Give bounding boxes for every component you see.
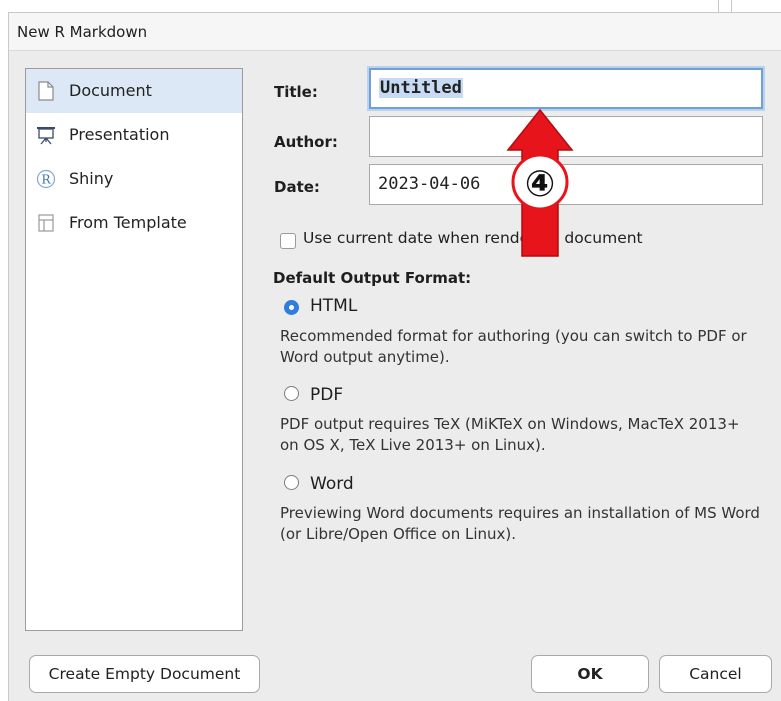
sidebar-item-label: Document: [69, 81, 152, 100]
annotation-number: ④: [525, 164, 555, 205]
html-radio[interactable]: [284, 300, 299, 315]
annotation-arrow-marker: ④: [506, 108, 574, 257]
presentation-icon: [36, 125, 56, 145]
sidebar-item-document[interactable]: Document: [26, 69, 242, 113]
title-label: Title:: [274, 83, 318, 101]
use-current-date-checkbox[interactable]: [280, 233, 296, 249]
html-radio-label: HTML: [310, 296, 358, 316]
sidebar-item-label: From Template: [69, 213, 187, 232]
sidebar-item-presentation[interactable]: Presentation: [26, 113, 242, 157]
title-input[interactable]: Untitled: [369, 68, 763, 109]
create-empty-document-button[interactable]: Create Empty Document: [29, 655, 260, 693]
dialog-title: New R Markdown: [17, 23, 148, 41]
document-icon: [36, 81, 56, 101]
ok-button[interactable]: OK: [531, 655, 649, 693]
background-window-edge: [718, 0, 732, 12]
title-input-value: Untitled: [379, 78, 463, 98]
date-label: Date:: [274, 178, 320, 196]
pdf-radio[interactable]: [284, 386, 299, 401]
svg-text:R: R: [41, 173, 51, 187]
use-current-date-label: Use current date when rendering document: [303, 229, 643, 247]
sidebar-item-from-template[interactable]: From Template: [26, 201, 242, 245]
new-r-markdown-dialog: New R Markdown Document Presentation R S…: [8, 12, 781, 701]
date-input-value: 2023-04-06: [378, 174, 481, 194]
shiny-icon: R: [36, 169, 56, 189]
sidebar-item-label: Presentation: [69, 125, 170, 144]
pdf-radio-label: PDF: [310, 385, 344, 405]
template-type-list: Document Presentation R Shiny From Templ…: [25, 68, 243, 631]
sidebar-item-label: Shiny: [69, 169, 114, 188]
word-radio[interactable]: [284, 475, 299, 490]
html-description: Recommended format for authoring (you ca…: [280, 327, 747, 366]
cancel-button[interactable]: Cancel: [659, 655, 772, 693]
word-description: Previewing Word documents requires an in…: [280, 504, 760, 543]
word-radio-label: Word: [310, 474, 354, 494]
author-label: Author:: [274, 133, 338, 151]
sidebar-item-shiny[interactable]: R Shiny: [26, 157, 242, 201]
template-icon: [36, 213, 56, 233]
output-format-heading: Default Output Format:: [273, 269, 472, 287]
dialog-titlebar: New R Markdown: [9, 13, 781, 51]
pdf-description: PDF output requires TeX (MiKTeX on Windo…: [280, 415, 740, 454]
